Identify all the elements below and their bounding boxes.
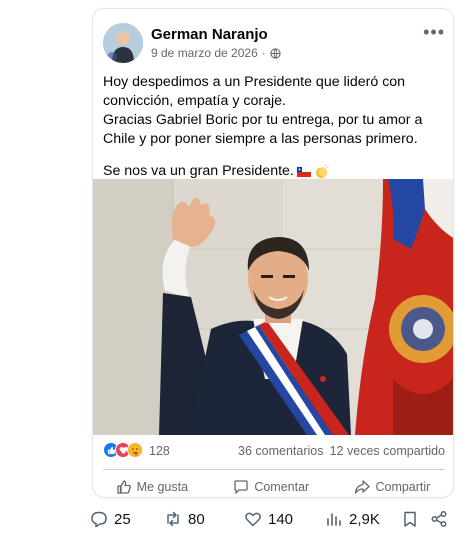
retweet-icon [167, 511, 179, 527]
shares-count[interactable]: 12 veces compartido [330, 444, 445, 458]
comment-icon [234, 480, 248, 494]
post-line: Gracias Gabriel Boric por tu entrega, po… [103, 112, 423, 128]
divider [103, 469, 445, 470]
bookmark-icon [404, 511, 416, 527]
post-line: convicción, empatía y coraje. [103, 93, 286, 109]
views-button[interactable]: 2,9K [325, 508, 380, 530]
embedded-facebook-post[interactable]: German Naranjo 9 de marzo de 2026 · ••• … [92, 8, 454, 498]
retweet-button[interactable]: 80 [164, 508, 205, 530]
comments-count[interactable]: 36 comentarios [238, 444, 323, 458]
reactions-row: 128 36 comentarios 12 veces compartido [103, 442, 445, 460]
views-count: 2,9K [349, 510, 380, 528]
share-icon [355, 480, 371, 494]
thumbs-up-icon [116, 480, 131, 494]
reply-button[interactable]: 25 [90, 508, 131, 530]
share-tweet-button[interactable] [430, 508, 448, 530]
heart-icon [245, 512, 261, 527]
reply-icon [91, 511, 107, 528]
meta-separator: · [261, 46, 266, 60]
comment-button[interactable]: Comentar [233, 475, 310, 497]
like-button[interactable]: Me gusta [116, 475, 189, 497]
post-header: German Naranjo 9 de marzo de 2026 · ••• [93, 9, 453, 71]
views-chart-icon [327, 513, 341, 526]
post-photo[interactable] [93, 179, 453, 435]
post-actions: Me gusta Comentar Compartir [93, 475, 453, 497]
bookmark-button[interactable] [401, 508, 419, 530]
reply-count: 25 [114, 510, 131, 528]
clapping-hands-emoji-icon [315, 164, 329, 178]
share-label: Compartir [375, 480, 431, 494]
like-count: 140 [268, 510, 294, 528]
care-reaction-icon [127, 442, 143, 458]
share-button[interactable]: Compartir [354, 475, 431, 497]
chile-flag-emoji-icon [296, 166, 311, 177]
post-line: Chile y por poner siempre a las personas… [103, 131, 418, 147]
comment-label: Comentar [254, 480, 310, 494]
reaction-icons[interactable] [103, 442, 143, 458]
post-meta: 9 de marzo de 2026 · [151, 46, 281, 60]
share-nodes-icon [431, 511, 447, 527]
tweet-container: German Naranjo 9 de marzo de 2026 · ••• … [0, 0, 472, 545]
post-line: Hoy despedimos a un Presidente que lider… [103, 74, 406, 90]
tweet-action-bar: 25 80 140 2,9K [90, 508, 462, 530]
like-tweet-button[interactable]: 140 [244, 508, 293, 530]
avatar[interactable] [103, 23, 143, 63]
post-date[interactable]: 9 de marzo de 2026 [151, 46, 258, 60]
reactions-count[interactable]: 128 [149, 444, 170, 458]
globe-icon [270, 47, 281, 59]
author-name[interactable]: German Naranjo [151, 26, 268, 43]
retweet-count: 80 [188, 510, 205, 528]
post-text: Hoy despedimos a un Presidente que lider… [103, 73, 448, 181]
more-options-icon[interactable]: ••• [423, 23, 445, 41]
like-label: Me gusta [136, 480, 189, 494]
